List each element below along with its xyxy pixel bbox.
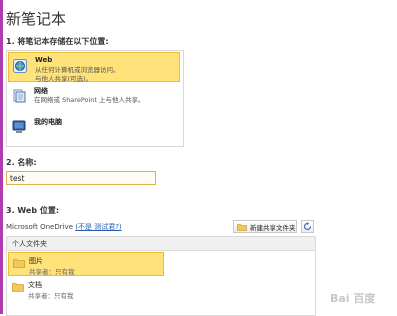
folder-icon <box>13 259 25 268</box>
switch-account-link[interactable]: (不是 测试君?) <box>75 223 121 231</box>
folder-name: 图片 <box>29 257 43 265</box>
new-folder-icon <box>237 223 247 231</box>
new-shared-folder-label: 新建共享文件夹 <box>250 223 296 232</box>
section-name-label: 2. 名称: <box>6 158 37 167</box>
folder-name: 文档 <box>28 281 42 289</box>
accent-rule <box>0 0 3 314</box>
personal-folders-header: 个人文件夹 <box>12 240 47 248</box>
location-my-computer-name: 我的电脑 <box>34 118 62 126</box>
service-name: Microsoft OneDrive <box>6 223 73 231</box>
folder-panel: 个人文件夹 图片 共享者：只有我 文档 共享者：只有我 <box>6 236 316 316</box>
page-title: 新笔记本 <box>6 10 67 28</box>
refresh-icon <box>303 222 312 231</box>
globe-icon <box>13 59 27 73</box>
section-storage-label: 1. 将笔记本存储在以下位置: <box>6 37 109 46</box>
refresh-button[interactable] <box>301 220 314 233</box>
notebook-name-input[interactable] <box>6 171 156 185</box>
folder-row-pictures[interactable]: 图片 共享者：只有我 <box>8 252 164 276</box>
location-network-desc: 在网络或 SharePoint 上与他人共享。 <box>34 96 145 104</box>
watermark: Bai 百度 <box>330 292 376 305</box>
location-web-desc: 从任何计算机或浏览器访问。 与他人共享(可选)。 <box>35 66 120 83</box>
location-network-name: 网络 <box>34 87 48 95</box>
onedrive-account: Microsoft OneDrive (不是 测试君?) <box>6 222 122 232</box>
location-list: Web 从任何计算机或浏览器访问。 与他人共享(可选)。 网络 在网络或 Sha… <box>6 50 184 147</box>
location-my-computer[interactable]: 我的电脑 <box>8 114 180 144</box>
location-web-name: Web <box>35 56 53 64</box>
network-document-icon <box>13 89 26 103</box>
folder-shared-by: 共享者：只有我 <box>28 292 74 300</box>
new-shared-folder-button[interactable]: 新建共享文件夹 <box>233 220 297 233</box>
folder-header: 个人文件夹 <box>7 237 315 251</box>
folder-icon <box>12 283 24 292</box>
folder-shared-by: 共享者：只有我 <box>29 268 75 276</box>
location-web[interactable]: Web 从任何计算机或浏览器访问。 与他人共享(可选)。 <box>8 52 180 83</box>
section-web-location-label: 3. Web 位置: <box>6 206 60 215</box>
computer-icon <box>12 120 26 133</box>
folder-row-documents[interactable]: 文档 共享者：只有我 <box>8 277 164 301</box>
location-network[interactable]: 网络 在网络或 SharePoint 上与他人共享。 <box>8 83 180 113</box>
